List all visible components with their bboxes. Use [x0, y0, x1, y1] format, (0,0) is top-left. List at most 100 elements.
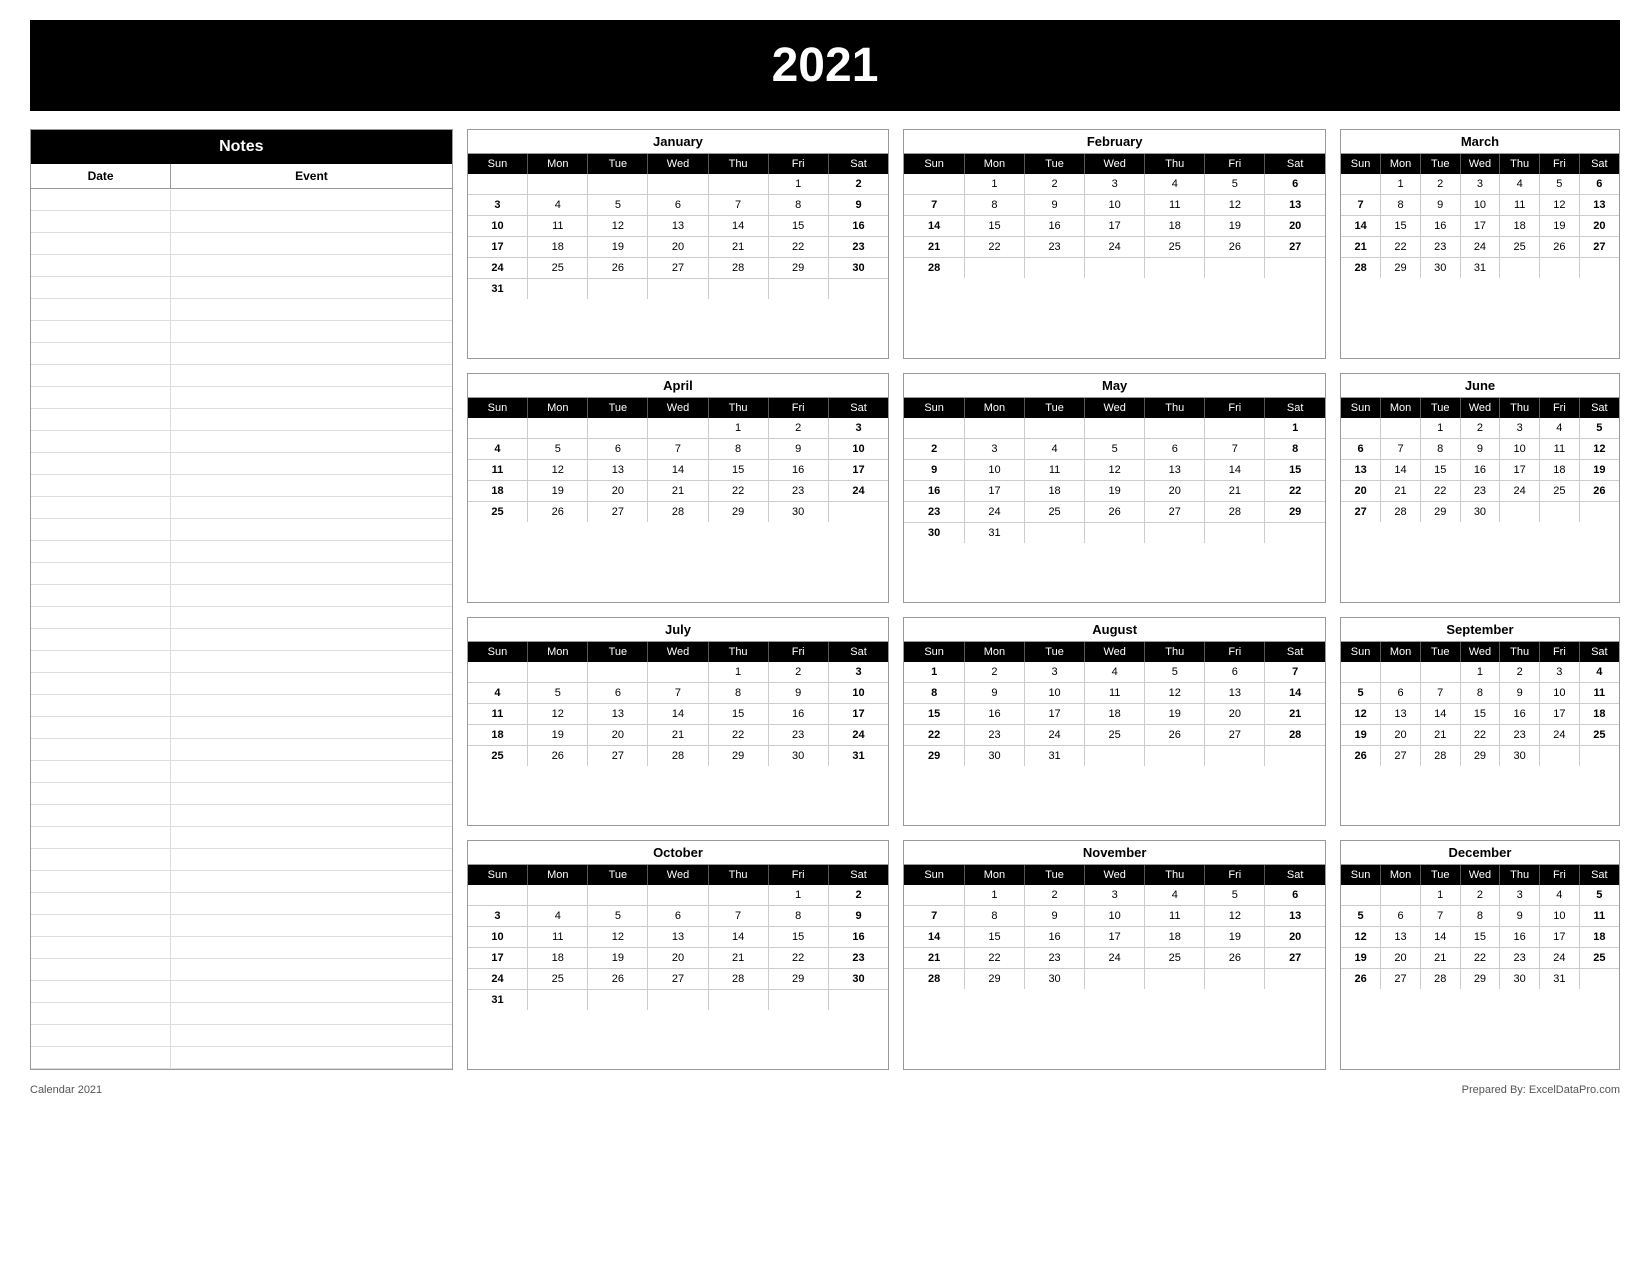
cal-day[interactable]: 20 — [1205, 704, 1265, 725]
cal-day[interactable]: 21 — [904, 237, 964, 258]
cal-day[interactable]: 12 — [1205, 195, 1265, 216]
cal-day[interactable]: 10 — [1025, 683, 1085, 704]
cal-day[interactable]: 8 — [1420, 439, 1460, 460]
cal-day[interactable]: 27 — [1265, 237, 1325, 258]
cal-day[interactable]: 4 — [1085, 662, 1145, 683]
notes-date-cell[interactable] — [31, 453, 171, 474]
notes-event-cell[interactable] — [171, 1025, 451, 1046]
cal-day[interactable]: 9 — [1500, 683, 1540, 704]
cal-day[interactable]: 28 — [1420, 746, 1460, 767]
cal-day[interactable] — [1205, 523, 1265, 544]
notes-event-cell[interactable] — [171, 189, 451, 210]
cal-day[interactable]: 22 — [904, 725, 964, 746]
cal-day[interactable]: 21 — [708, 237, 768, 258]
cal-day[interactable] — [1579, 746, 1619, 767]
cal-day[interactable]: 24 — [468, 258, 528, 279]
cal-day[interactable] — [1025, 523, 1085, 544]
notes-date-cell[interactable] — [31, 321, 171, 342]
cal-day[interactable]: 17 — [1025, 704, 1085, 725]
cal-day[interactable]: 21 — [708, 948, 768, 969]
cal-day[interactable]: 6 — [648, 195, 708, 216]
cal-day[interactable]: 31 — [828, 746, 888, 767]
cal-day[interactable] — [648, 279, 708, 300]
notes-date-cell[interactable] — [31, 849, 171, 870]
cal-day[interactable]: 18 — [1579, 927, 1619, 948]
cal-day[interactable] — [904, 174, 964, 195]
cal-day[interactable]: 10 — [828, 683, 888, 704]
cal-day[interactable] — [1579, 969, 1619, 990]
notes-event-cell[interactable] — [171, 453, 451, 474]
cal-day[interactable]: 1 — [1420, 418, 1460, 439]
cal-day[interactable] — [1579, 258, 1619, 279]
notes-date-cell[interactable] — [31, 255, 171, 276]
cal-day[interactable]: 22 — [1460, 948, 1500, 969]
cal-day[interactable]: 2 — [768, 418, 828, 439]
notes-event-cell[interactable] — [171, 497, 451, 518]
cal-day[interactable]: 11 — [468, 460, 528, 481]
cal-day[interactable]: 2 — [1460, 418, 1500, 439]
cal-day[interactable]: 1 — [1381, 174, 1421, 195]
cal-day[interactable]: 22 — [708, 481, 768, 502]
cal-day[interactable]: 11 — [528, 216, 588, 237]
cal-day[interactable]: 17 — [964, 481, 1024, 502]
notes-date-cell[interactable] — [31, 651, 171, 672]
cal-day[interactable]: 24 — [1460, 237, 1500, 258]
notes-date-cell[interactable] — [31, 387, 171, 408]
cal-day[interactable]: 3 — [828, 418, 888, 439]
cal-day[interactable] — [528, 279, 588, 300]
cal-day[interactable] — [528, 418, 588, 439]
cal-day[interactable]: 16 — [964, 704, 1024, 725]
cal-day[interactable]: 7 — [708, 906, 768, 927]
cal-day[interactable]: 23 — [1420, 237, 1460, 258]
cal-day[interactable]: 9 — [1460, 439, 1500, 460]
cal-day[interactable]: 4 — [1540, 418, 1580, 439]
notes-event-cell[interactable] — [171, 299, 451, 320]
cal-day[interactable]: 4 — [1145, 174, 1205, 195]
cal-day[interactable]: 9 — [828, 195, 888, 216]
cal-day[interactable]: 30 — [768, 502, 828, 523]
notes-date-cell[interactable] — [31, 1047, 171, 1068]
cal-day[interactable] — [1085, 746, 1145, 767]
cal-day[interactable]: 28 — [1420, 969, 1460, 990]
cal-day[interactable]: 13 — [1381, 927, 1421, 948]
cal-day[interactable]: 10 — [1540, 683, 1580, 704]
cal-day[interactable]: 4 — [528, 195, 588, 216]
cal-day[interactable]: 17 — [468, 237, 528, 258]
cal-day[interactable]: 6 — [1205, 662, 1265, 683]
cal-day[interactable] — [1341, 174, 1381, 195]
cal-day[interactable]: 13 — [588, 704, 648, 725]
cal-day[interactable]: 7 — [1420, 683, 1460, 704]
cal-day[interactable]: 3 — [1500, 418, 1540, 439]
notes-event-cell[interactable] — [171, 277, 451, 298]
cal-day[interactable]: 3 — [1460, 174, 1500, 195]
cal-day[interactable]: 9 — [904, 460, 964, 481]
cal-day[interactable]: 3 — [1025, 662, 1085, 683]
cal-day[interactable] — [964, 258, 1024, 279]
cal-day[interactable]: 2 — [1460, 885, 1500, 906]
notes-event-cell[interactable] — [171, 761, 451, 782]
cal-day[interactable]: 2 — [1025, 885, 1085, 906]
cal-day[interactable]: 10 — [468, 216, 528, 237]
cal-day[interactable]: 24 — [1540, 725, 1580, 746]
cal-day[interactable]: 20 — [1265, 927, 1325, 948]
notes-date-cell[interactable] — [31, 981, 171, 1002]
cal-day[interactable]: 29 — [904, 746, 964, 767]
cal-day[interactable]: 2 — [904, 439, 964, 460]
cal-day[interactable]: 19 — [1085, 481, 1145, 502]
cal-day[interactable] — [1341, 885, 1381, 906]
cal-day[interactable]: 3 — [1085, 885, 1145, 906]
cal-day[interactable]: 7 — [1265, 662, 1325, 683]
notes-event-cell[interactable] — [171, 915, 451, 936]
cal-day[interactable]: 14 — [904, 216, 964, 237]
cal-day[interactable]: 27 — [648, 258, 708, 279]
cal-day[interactable]: 21 — [904, 948, 964, 969]
cal-day[interactable]: 16 — [1420, 216, 1460, 237]
cal-day[interactable]: 24 — [468, 969, 528, 990]
notes-date-cell[interactable] — [31, 761, 171, 782]
cal-day[interactable]: 7 — [1341, 195, 1381, 216]
cal-day[interactable]: 4 — [528, 906, 588, 927]
cal-day[interactable]: 22 — [768, 948, 828, 969]
notes-event-cell[interactable] — [171, 959, 451, 980]
cal-day[interactable] — [1205, 746, 1265, 767]
notes-date-cell[interactable] — [31, 937, 171, 958]
